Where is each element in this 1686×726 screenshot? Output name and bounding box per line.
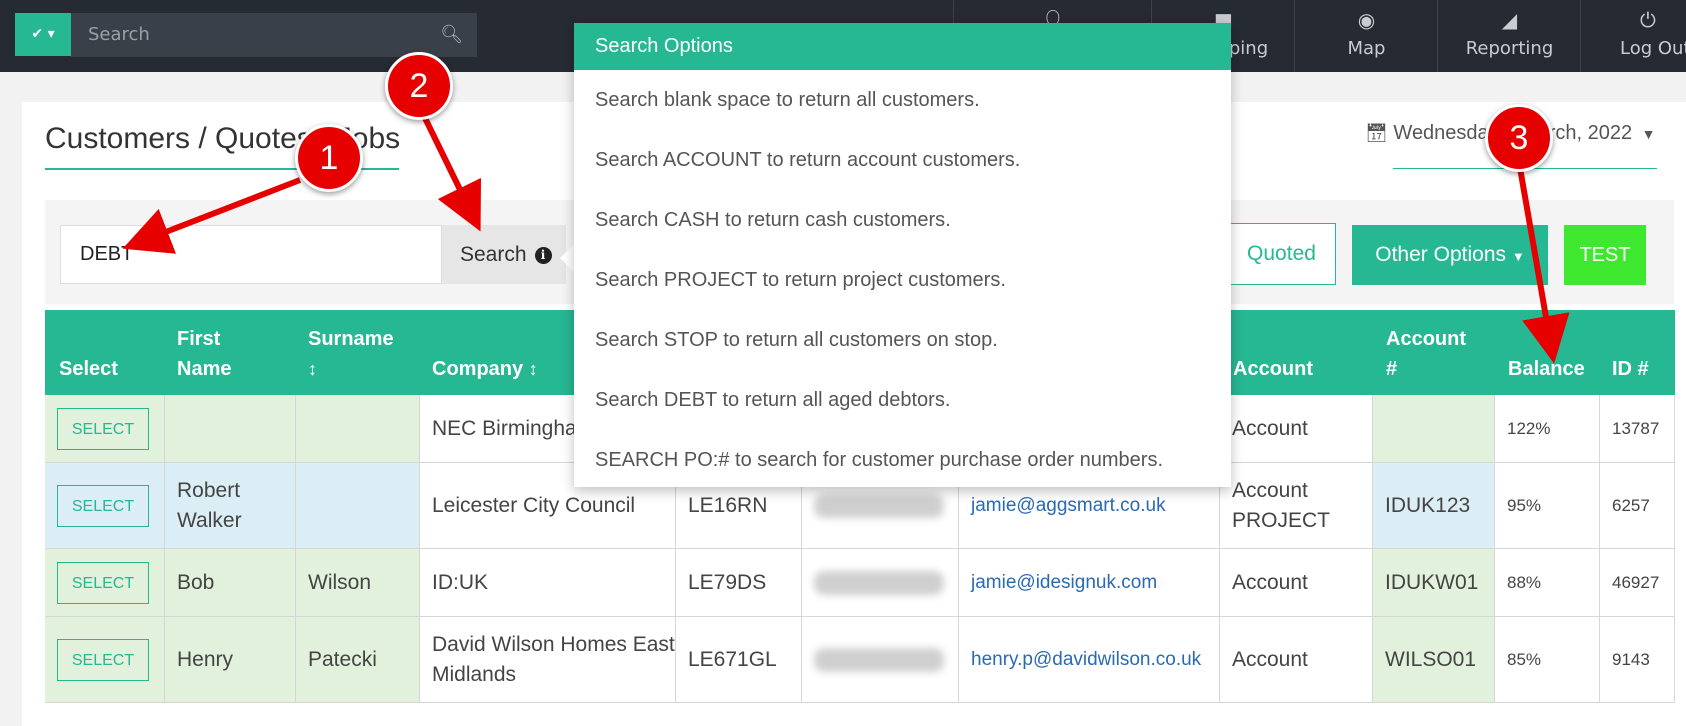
step-marker-3: 3 [1485,104,1553,172]
annotation-arrows [122,116,1570,364]
arrow-3 [1517,167,1570,364]
arrow-2 [422,116,482,232]
arrow-1 [122,177,302,254]
step-marker-1: 1 [295,124,363,192]
step-marker-2: 2 [385,52,453,120]
